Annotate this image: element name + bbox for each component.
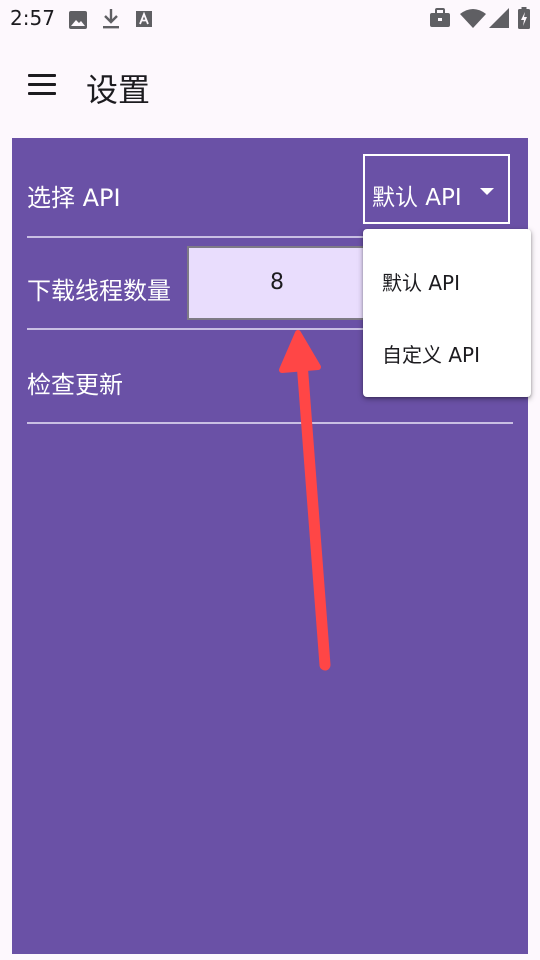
download-icon bbox=[103, 9, 119, 29]
dropdown-option-custom-api[interactable]: 自定义 API bbox=[363, 315, 531, 387]
image-icon bbox=[69, 11, 87, 29]
dropdown-option-label: 默认 API bbox=[382, 271, 460, 295]
dropdown-option-default-api[interactable]: 默认 API bbox=[363, 243, 531, 315]
wifi-icon bbox=[460, 9, 486, 28]
api-dropdown-menu: 默认 API 自定义 API bbox=[363, 229, 531, 397]
dropdown-option-label: 自定义 API bbox=[382, 343, 480, 367]
battery-icon bbox=[518, 7, 530, 29]
download-threads-label: 下载线程数量 bbox=[27, 277, 171, 305]
page-title: 设置 bbox=[86, 71, 151, 109]
divider bbox=[27, 422, 513, 424]
api-select-dropdown[interactable]: 默认 API bbox=[363, 154, 510, 224]
briefcase-icon bbox=[430, 8, 450, 27]
signal-icon bbox=[489, 8, 509, 28]
api-select-value: 默认 API bbox=[372, 185, 462, 211]
hamburger-menu-icon[interactable] bbox=[28, 74, 56, 96]
status-bar: 2:57 bbox=[0, 0, 540, 40]
select-api-label: 选择 API bbox=[27, 184, 121, 212]
download-threads-input[interactable]: 8 bbox=[187, 246, 367, 320]
app-bar: 设置 bbox=[0, 40, 540, 132]
font-a-icon bbox=[136, 11, 152, 27]
check-update-label: 检查更新 bbox=[27, 371, 123, 399]
status-time: 2:57 bbox=[10, 6, 55, 30]
caret-down-icon bbox=[480, 188, 494, 195]
